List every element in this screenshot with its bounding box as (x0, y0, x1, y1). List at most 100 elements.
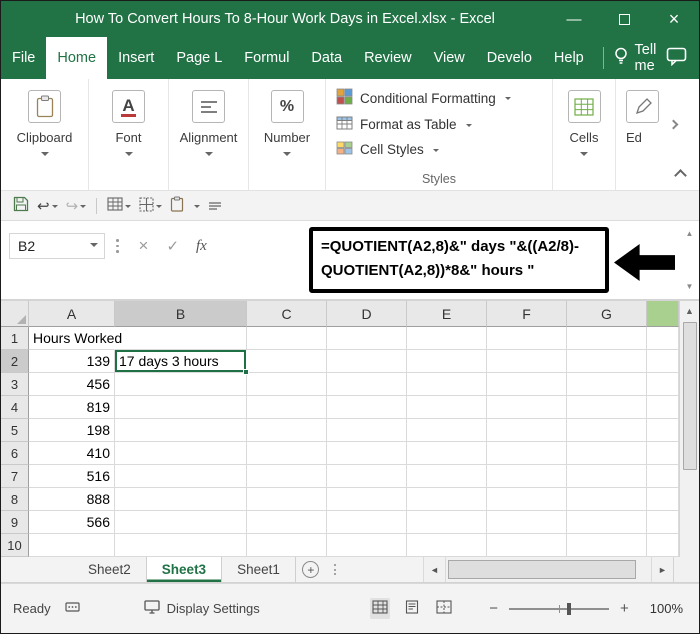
ribbon-scroll-right-icon[interactable] (668, 119, 679, 130)
comments-button[interactable] (666, 37, 687, 79)
cell-A3[interactable]: 456 (29, 373, 115, 396)
undo-button[interactable]: ↩ (33, 195, 62, 217)
vertical-scrollbar[interactable]: ▲ (679, 301, 699, 557)
cell-C2[interactable] (247, 350, 327, 373)
cell-F5[interactable] (487, 419, 567, 442)
cell-D9[interactable] (327, 511, 407, 534)
column-header-D[interactable]: D (327, 301, 407, 327)
cell-A6[interactable]: 410 (29, 442, 115, 465)
tab-help[interactable]: Help (543, 37, 595, 79)
cell-D4[interactable] (327, 396, 407, 419)
cell-F6[interactable] (487, 442, 567, 465)
row-header-4[interactable]: 4 (1, 396, 29, 419)
column-header-G[interactable]: G (567, 301, 647, 327)
zoom-in-button[interactable]: + (615, 600, 634, 617)
vertical-scroll-thumb[interactable] (682, 322, 697, 470)
zoom-level-label[interactable]: 100% (650, 601, 683, 616)
cells-group[interactable]: Cells (553, 79, 616, 190)
tab-developer[interactable]: Develo (476, 37, 543, 79)
cell-B7[interactable] (115, 465, 247, 488)
row-header-5[interactable]: 5 (1, 419, 29, 442)
tab-insert[interactable]: Insert (107, 37, 165, 79)
scroll-right-button[interactable]: ► (651, 557, 673, 582)
formula-bar-grip[interactable] (116, 239, 119, 253)
name-box[interactable]: B2 (9, 233, 105, 259)
scroll-left-button[interactable]: ◄ (423, 557, 445, 582)
zoom-slider-thumb[interactable] (566, 602, 571, 615)
cell-D1[interactable] (327, 327, 407, 350)
cell-A9[interactable]: 566 (29, 511, 115, 534)
cell-B10[interactable] (115, 534, 247, 557)
column-header-E[interactable]: E (407, 301, 487, 327)
cell-A10[interactable] (29, 534, 115, 557)
cell-C1[interactable] (247, 327, 327, 350)
conditional-formatting-button[interactable]: Conditional Formatting (336, 88, 511, 108)
cancel-button[interactable]: × (130, 236, 158, 256)
cell-A2[interactable]: 139 (29, 350, 115, 373)
cell-B6[interactable] (115, 442, 247, 465)
cell-E10[interactable] (407, 534, 487, 557)
cell-A5[interactable]: 198 (29, 419, 115, 442)
cell-F3[interactable] (487, 373, 567, 396)
insert-function-button[interactable]: fx (188, 238, 215, 255)
insert-table-dropdown-icon[interactable] (125, 204, 132, 211)
cell-E6[interactable] (407, 442, 487, 465)
cell-E7[interactable] (407, 465, 487, 488)
zoom-slider[interactable] (508, 602, 609, 615)
borders-dropdown-icon[interactable] (156, 204, 163, 211)
cell-D2[interactable] (327, 350, 407, 373)
cell-B2[interactable]: 17 days 3 hours (115, 350, 249, 375)
paste-button[interactable] (166, 194, 188, 217)
borders-button[interactable] (135, 195, 166, 217)
enter-button[interactable]: ✓ (157, 237, 188, 255)
redo-dropdown-icon[interactable] (80, 204, 87, 211)
tab-data[interactable]: Data (300, 37, 353, 79)
horizontal-scrollbar[interactable] (445, 557, 651, 582)
formula-input[interactable]: =QUOTIENT(A2,8)&" days "&((A2/8)- QUOTIE… (309, 227, 609, 293)
column-header-F[interactable]: F (487, 301, 567, 327)
sheet-tab-options-grip[interactable] (333, 557, 336, 582)
formula-scroll-up-icon[interactable]: ▲ (686, 229, 694, 238)
cell-F2[interactable] (487, 350, 567, 373)
page-layout-view-button[interactable] (402, 598, 422, 619)
row-header-3[interactable]: 3 (1, 373, 29, 396)
row-header-1[interactable]: 1 (1, 327, 29, 350)
cell-D8[interactable] (327, 488, 407, 511)
font-group[interactable]: A Font (89, 79, 169, 190)
cell-styles-button[interactable]: Cell Styles (336, 141, 439, 158)
cell-C6[interactable] (247, 442, 327, 465)
select-all-button[interactable] (1, 301, 29, 327)
cell-E2[interactable] (407, 350, 487, 373)
cell-D5[interactable] (327, 419, 407, 442)
cell-G4[interactable] (567, 396, 647, 419)
horizontal-scroll-thumb[interactable] (448, 560, 636, 579)
row-header-9[interactable]: 9 (1, 511, 29, 534)
tab-page-layout[interactable]: Page L (165, 37, 233, 79)
qat-customize-button[interactable] (188, 201, 204, 211)
editing-group[interactable]: Ed (616, 79, 699, 190)
alignment-group[interactable]: Alignment (169, 79, 249, 190)
row-header-10[interactable]: 10 (1, 534, 29, 557)
cell-C8[interactable] (247, 488, 327, 511)
cell-C10[interactable] (247, 534, 327, 557)
sheet-tab-sheet1[interactable]: Sheet1 (222, 557, 296, 582)
row-header-6[interactable]: 6 (1, 442, 29, 465)
tab-review[interactable]: Review (353, 37, 423, 79)
display-settings-button[interactable]: Display Settings (143, 600, 260, 617)
minimize-button[interactable]: — (549, 1, 599, 37)
cell-G7[interactable] (567, 465, 647, 488)
cell-E9[interactable] (407, 511, 487, 534)
name-box-dropdown-icon[interactable] (90, 243, 98, 251)
cell-G9[interactable] (567, 511, 647, 534)
sheet-tab-sheet3[interactable]: Sheet3 (146, 557, 223, 582)
row-header-2[interactable]: 2 (1, 350, 29, 373)
fill-handle[interactable] (243, 369, 249, 375)
column-header-A[interactable]: A (29, 301, 115, 327)
cell-G2[interactable] (567, 350, 647, 373)
tell-me-button[interactable]: Tell me (614, 37, 666, 79)
zoom-out-button[interactable]: − (484, 600, 503, 617)
cell-E3[interactable] (407, 373, 487, 396)
cell-G10[interactable] (567, 534, 647, 557)
cell-C5[interactable] (247, 419, 327, 442)
cell-D6[interactable] (327, 442, 407, 465)
